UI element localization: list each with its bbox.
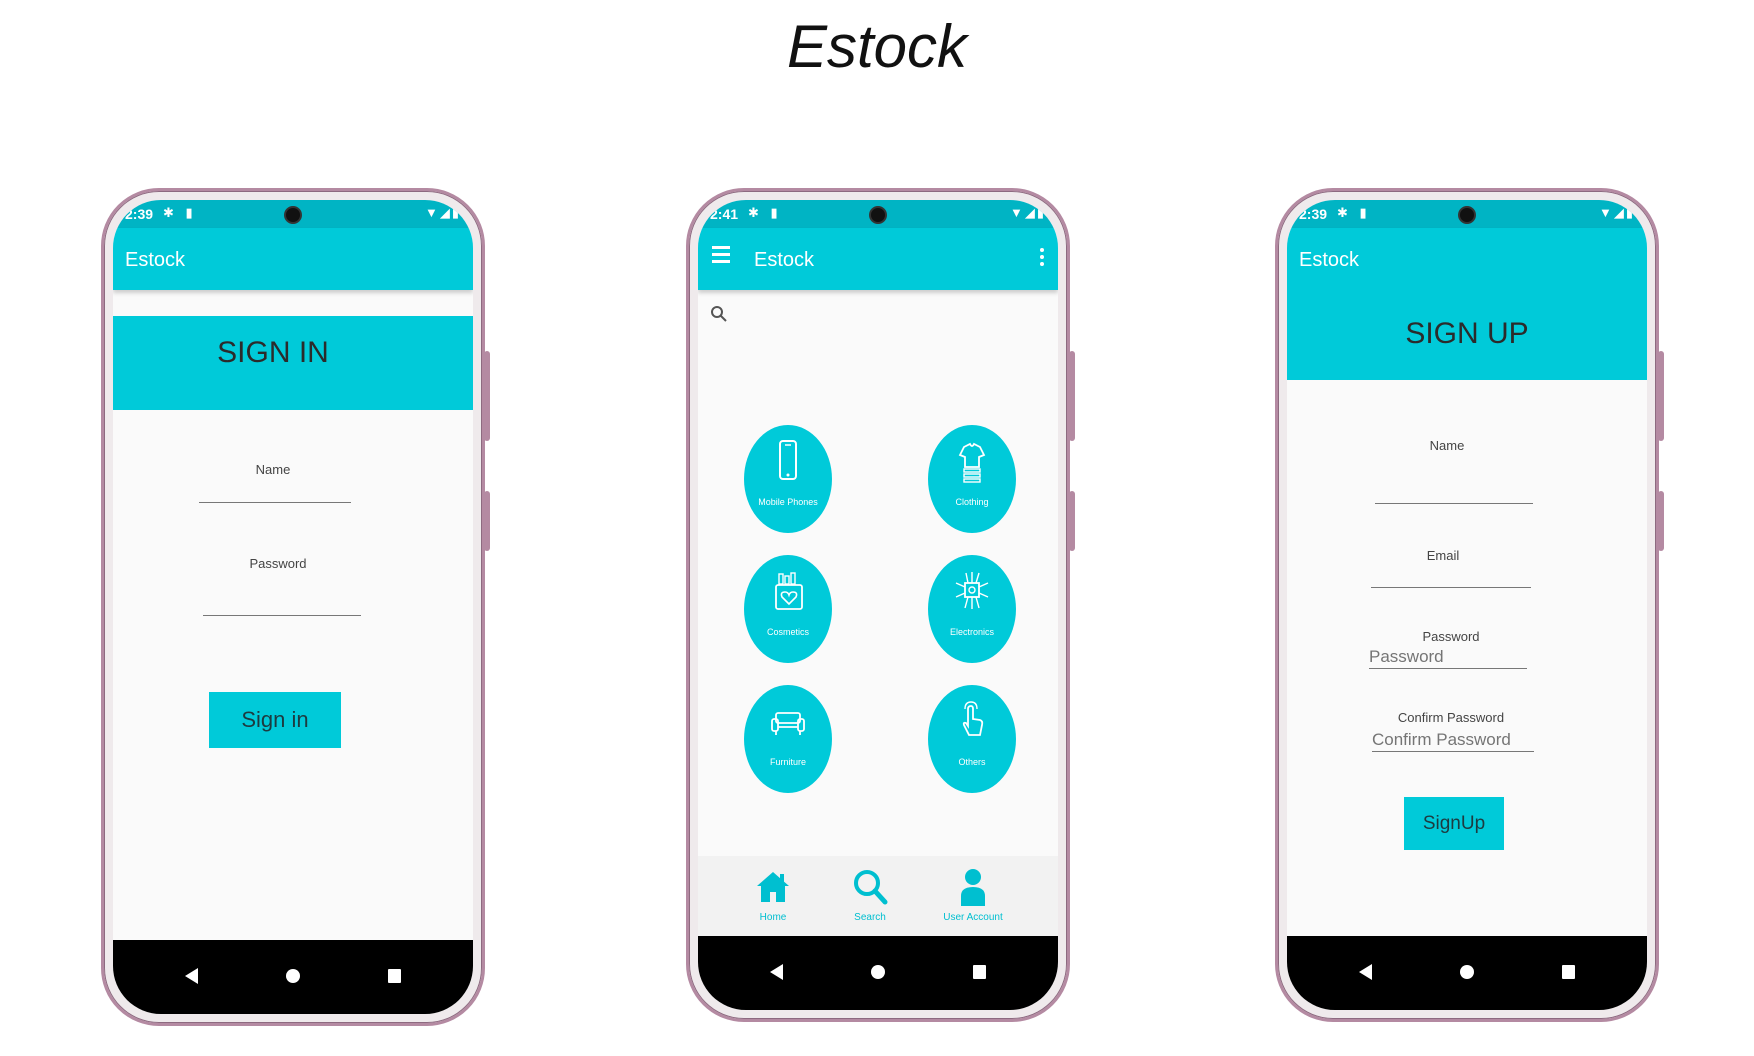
bottom-nav-label: Search [854, 912, 886, 923]
system-nav-bar [1287, 936, 1647, 1010]
category-cosmetics[interactable]: Cosmetics [744, 555, 832, 663]
search-icon[interactable] [710, 305, 728, 323]
home-circle-icon[interactable] [286, 969, 300, 983]
signin-heading: SIGN IN [217, 336, 329, 369]
camera-icon [1458, 206, 1476, 224]
search-icon [854, 870, 888, 905]
home-circle-icon[interactable] [871, 965, 885, 979]
power-button [1069, 491, 1075, 551]
signin-banner: SIGN IN [113, 316, 473, 410]
screen-home: 2:41 ✱ ▮ ▼◢▮ Estock Mobile Phones Clothi… [698, 200, 1058, 1010]
back-icon[interactable] [185, 968, 198, 984]
page-title: Estock [786, 13, 968, 80]
furniture-icon [771, 712, 805, 735]
volume-button [1658, 351, 1664, 441]
signal-battery-icon: ▼◢▮ [1598, 205, 1635, 220]
recent-apps-icon[interactable] [973, 965, 986, 979]
volume-button [1069, 351, 1075, 441]
power-button [1658, 491, 1664, 551]
status-bar: 2:41 ✱ ▮ ▼◢▮ [698, 200, 1058, 228]
signal-battery-icon: ▼◢▮ [424, 205, 461, 220]
signup-heading: SIGN UP [1405, 317, 1529, 350]
others-icon [962, 701, 984, 736]
password-input[interactable] [1369, 646, 1527, 668]
app-bar-title: Estock [1299, 249, 1360, 271]
clothing-icon [958, 442, 986, 483]
name-field[interactable] [1375, 503, 1533, 504]
phone-signup: 2:39 ✱ ▮ ▼◢▮ Estock SIGN UP Name Email P… [1275, 188, 1664, 1022]
recent-apps-icon[interactable] [388, 969, 401, 983]
status-time: 2:39 [1299, 206, 1328, 222]
confirm-password-underline [1372, 751, 1534, 752]
password-label: Password [1422, 629, 1480, 644]
status-time: 2:41 [710, 206, 739, 222]
home-icon [757, 872, 789, 902]
name-label: Name [255, 462, 291, 477]
signup-banner: SIGN UP [1287, 290, 1647, 380]
overflow-menu-icon[interactable] [1040, 248, 1044, 269]
category-label: Others [958, 757, 986, 767]
home-circle-icon[interactable] [1460, 965, 1474, 979]
status-time: 2:39 [125, 206, 154, 222]
hamburger-menu-icon[interactable] [712, 246, 730, 264]
mobile-phone-icon [779, 440, 797, 480]
system-nav-bar [113, 940, 473, 1014]
settings-icon: ✱ ▮ [163, 205, 197, 220]
camera-icon [869, 206, 887, 224]
app-bar: Estock [113, 228, 473, 290]
signin-button[interactable]: Sign in [209, 692, 341, 748]
category-label: Furniture [769, 757, 806, 767]
camera-icon [284, 206, 302, 224]
name-label: Name [1429, 438, 1465, 453]
user-icon [961, 869, 985, 906]
signal-battery-icon: ▼◢▮ [1009, 205, 1046, 220]
category-label: Electronics [949, 627, 994, 637]
category-clothing[interactable]: Clothing [928, 425, 1016, 533]
category-electronics[interactable]: Electronics [928, 555, 1016, 663]
app-bar: Estock [698, 228, 1058, 290]
category-mobile-phones[interactable]: Mobile Phones [744, 425, 832, 533]
confirm-password-label: Confirm Password [1397, 710, 1505, 725]
bottom-nav-user-account[interactable]: User Account [928, 866, 1018, 923]
app-bar: Estock [1287, 228, 1647, 290]
category-furniture[interactable]: Furniture [744, 685, 832, 793]
name-field[interactable] [199, 502, 351, 503]
recent-apps-icon[interactable] [1562, 965, 1575, 979]
password-underline [1369, 668, 1527, 669]
email-label: Email [1426, 548, 1460, 563]
volume-button [484, 351, 490, 441]
category-label: Mobile Phones [758, 497, 818, 507]
category-label: Cosmetics [766, 627, 809, 637]
status-bar: 2:39 ✱ ▮ ▼◢▮ [113, 200, 473, 228]
app-bar-title: Estock [754, 249, 815, 271]
signup-button[interactable]: SignUp [1404, 797, 1504, 850]
status-bar: 2:39 ✱ ▮ ▼◢▮ [1287, 200, 1647, 228]
phone-home: 2:41 ✱ ▮ ▼◢▮ Estock Mobile Phones Clothi… [686, 188, 1075, 1022]
confirm-password-input[interactable] [1372, 729, 1534, 751]
settings-icon: ✱ ▮ [748, 205, 782, 220]
bottom-nav-search[interactable]: Search [825, 866, 915, 923]
bottom-nav-label: User Account [943, 912, 1003, 923]
settings-icon: ✱ ▮ [1337, 205, 1371, 220]
cosmetics-icon [775, 572, 803, 610]
bottom-nav-home[interactable]: Home [728, 866, 818, 923]
bottom-nav-label: Home [759, 912, 787, 923]
category-label: Clothing [955, 497, 989, 507]
bottom-navigation: Home Search User Account [698, 856, 1058, 936]
system-nav-bar [698, 936, 1058, 1010]
back-icon[interactable] [770, 964, 783, 980]
phone-signin: 2:39 ✱ ▮ ▼◢▮ Estock SIGN IN Name Passwor… [101, 188, 490, 1026]
screen-signin: 2:39 ✱ ▮ ▼◢▮ Estock SIGN IN Name Passwor… [113, 200, 473, 1014]
power-button [484, 491, 490, 551]
screen-signup: 2:39 ✱ ▮ ▼◢▮ Estock SIGN UP Name Email P… [1287, 200, 1647, 1010]
email-field[interactable] [1371, 587, 1531, 588]
password-label: Password [249, 556, 307, 571]
electronics-icon [955, 572, 989, 609]
back-icon[interactable] [1359, 964, 1372, 980]
app-bar-title: Estock [125, 249, 186, 271]
category-others[interactable]: Others [928, 685, 1016, 793]
password-field[interactable] [203, 615, 361, 616]
